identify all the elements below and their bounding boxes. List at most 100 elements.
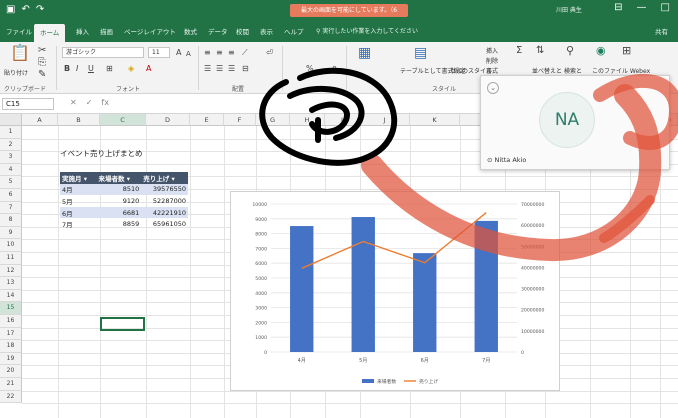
row-header-22[interactable]: 22 (0, 390, 22, 404)
column-header-e[interactable]: E (190, 114, 224, 126)
tell-me-search[interactable]: ⚲ 実行したい作業を入力してください (316, 26, 418, 35)
account-popup[interactable]: ⌄ NA ⊙ Nitta Akio (480, 75, 670, 170)
column-header-c[interactable]: C (100, 114, 146, 126)
grow-font-icon[interactable]: A (176, 48, 181, 58)
comma-icon[interactable]: , (320, 64, 323, 74)
column-header-d[interactable]: D (146, 114, 190, 126)
font-size-select[interactable]: 11 (148, 47, 170, 58)
increase-decimal-icon[interactable]: .0 (330, 64, 337, 74)
row-header-9[interactable]: 9 (0, 226, 22, 240)
italic-icon[interactable]: I (76, 64, 78, 74)
merge-icon[interactable]: ⊟ (242, 64, 249, 74)
autosum-icon[interactable]: Σ (516, 46, 522, 56)
column-header-i[interactable]: I (325, 114, 360, 126)
font-color-icon[interactable]: A (146, 64, 151, 74)
percent-icon[interactable]: % (306, 64, 314, 74)
table-cell[interactable]: 42221910 (141, 206, 188, 219)
row-header-12[interactable]: 12 (0, 264, 22, 278)
row-header-17[interactable]: 17 (0, 327, 22, 341)
table-cell[interactable]: 9120 (97, 195, 142, 207)
undo-icon[interactable]: ↶ (21, 4, 29, 16)
align-left-icon[interactable]: ☰ (204, 64, 211, 74)
align-top-icon[interactable]: ≡ (204, 48, 211, 58)
column-header-j[interactable]: J (360, 114, 410, 126)
wrap-text-icon[interactable]: ⏎ (266, 48, 273, 58)
add-in-icon[interactable]: ⊞ (622, 45, 631, 56)
maximize-icon[interactable]: □ (661, 2, 670, 13)
shrink-font-icon[interactable]: A (186, 49, 191, 59)
sales-table[interactable]: 実施月 ▾ 来場者数 ▾ 売り上げ ▾ 4月 8510 39576550 5月 9120… (60, 172, 188, 230)
fill-color-icon[interactable]: ◈ (128, 64, 134, 74)
sheet-title-cell[interactable]: イベント売り上げまとめ (60, 148, 143, 159)
tab-page-layout[interactable]: ページレイアウト (124, 26, 176, 36)
share-button[interactable]: 共有 (655, 26, 668, 36)
table-cell[interactable]: 65961050 (141, 218, 188, 230)
paste-icon[interactable]: 📋 (10, 45, 30, 61)
tab-insert[interactable]: 挿入 (76, 26, 89, 36)
header-month[interactable]: 実施月 ▾ (60, 172, 97, 184)
chevron-down-icon[interactable]: ⌄ (487, 82, 499, 94)
delete-cells-label[interactable]: 削除 (486, 56, 498, 65)
combo-chart[interactable]: 0 1000 2000 3000 4000 5000 6000 7000 8000 9000 100… (230, 191, 560, 391)
align-middle-icon[interactable]: ≡ (216, 48, 223, 58)
table-cell[interactable]: 8510 (96, 183, 142, 196)
insert-function-icon[interactable]: fx (101, 98, 109, 107)
table-cell[interactable]: 4月 (60, 183, 97, 196)
row-header-4[interactable]: 4 (0, 163, 22, 177)
row-header-7[interactable]: 7 (0, 201, 22, 215)
table-cell[interactable]: 8859 (97, 218, 142, 230)
row-header-3[interactable]: 3 (0, 151, 22, 164)
table-cell[interactable]: 39576550 (141, 183, 188, 196)
tab-formulas[interactable]: 数式 (184, 26, 197, 36)
tab-view[interactable]: 表示 (260, 26, 273, 36)
status-notification[interactable]: 最大の画面を可能にしています。（6 (290, 4, 408, 17)
column-header-a[interactable]: A (22, 114, 58, 126)
row-header-6[interactable]: 6 (0, 189, 22, 202)
align-right-icon[interactable]: ☰ (228, 64, 235, 74)
format-painter-icon[interactable]: ✎ (38, 70, 46, 80)
tab-file[interactable]: ファイル (6, 26, 32, 36)
format-cells-label[interactable]: 書式 (486, 66, 498, 75)
table-cell[interactable]: 7月 (60, 218, 97, 230)
border-icon[interactable]: ⊞ (106, 64, 113, 74)
table-cell[interactable]: 5月 (60, 195, 97, 207)
bold-icon[interactable]: B (64, 64, 70, 74)
row-header-21[interactable]: 21 (0, 378, 22, 391)
row-header-13[interactable]: 13 (0, 277, 22, 290)
font-name-select[interactable]: 游ゴシック (62, 47, 144, 58)
tab-draw[interactable]: 描画 (100, 26, 113, 36)
orientation-icon[interactable]: ⟋ (242, 48, 248, 58)
find-select-icon[interactable]: ⚲ (566, 45, 574, 56)
tab-review[interactable]: 校閲 (236, 26, 249, 36)
row-header-5[interactable]: 5 (0, 176, 22, 189)
conditional-format-icon[interactable]: ▦ (358, 46, 371, 60)
insert-cells-label[interactable]: 挿入 (486, 46, 498, 55)
ribbon-display-icon[interactable]: ⊟ (614, 2, 622, 13)
minimize-icon[interactable]: — (637, 2, 647, 13)
align-center-icon[interactable]: ☰ (216, 64, 223, 74)
column-header-f[interactable]: F (224, 114, 256, 126)
row-header-19[interactable]: 19 (0, 352, 22, 366)
column-header-k[interactable]: K (410, 114, 460, 126)
column-header-b[interactable]: B (58, 114, 100, 126)
cut-icon[interactable]: ✂ (38, 46, 46, 56)
redo-icon[interactable]: ↷ (36, 4, 44, 16)
tab-home[interactable]: ホーム (34, 24, 66, 42)
copy-icon[interactable]: ⎘ (38, 58, 46, 68)
sort-filter-icon[interactable]: ⇅ (536, 46, 544, 56)
enter-icon[interactable]: ✓ (86, 98, 93, 107)
column-header-g[interactable]: G (256, 114, 290, 126)
table-cell[interactable]: 6681 (96, 206, 142, 219)
align-bottom-icon[interactable]: ≡ (228, 48, 235, 58)
row-header-16[interactable]: 16 (0, 315, 22, 328)
column-header-h[interactable]: H (290, 114, 325, 126)
header-sales[interactable]: 売り上げ ▾ (141, 172, 188, 184)
cancel-icon[interactable]: ✕ (70, 98, 77, 107)
table-format-icon[interactable]: ▤ (414, 46, 427, 60)
row-header-2[interactable]: 2 (0, 138, 22, 152)
row-header-10[interactable]: 10 (0, 239, 22, 252)
row-header-15[interactable]: 15 (0, 302, 22, 315)
table-cell[interactable]: 6月 (60, 206, 97, 219)
table-cell[interactable]: 52287000 (141, 195, 188, 207)
selected-cell-c15[interactable] (100, 317, 145, 331)
